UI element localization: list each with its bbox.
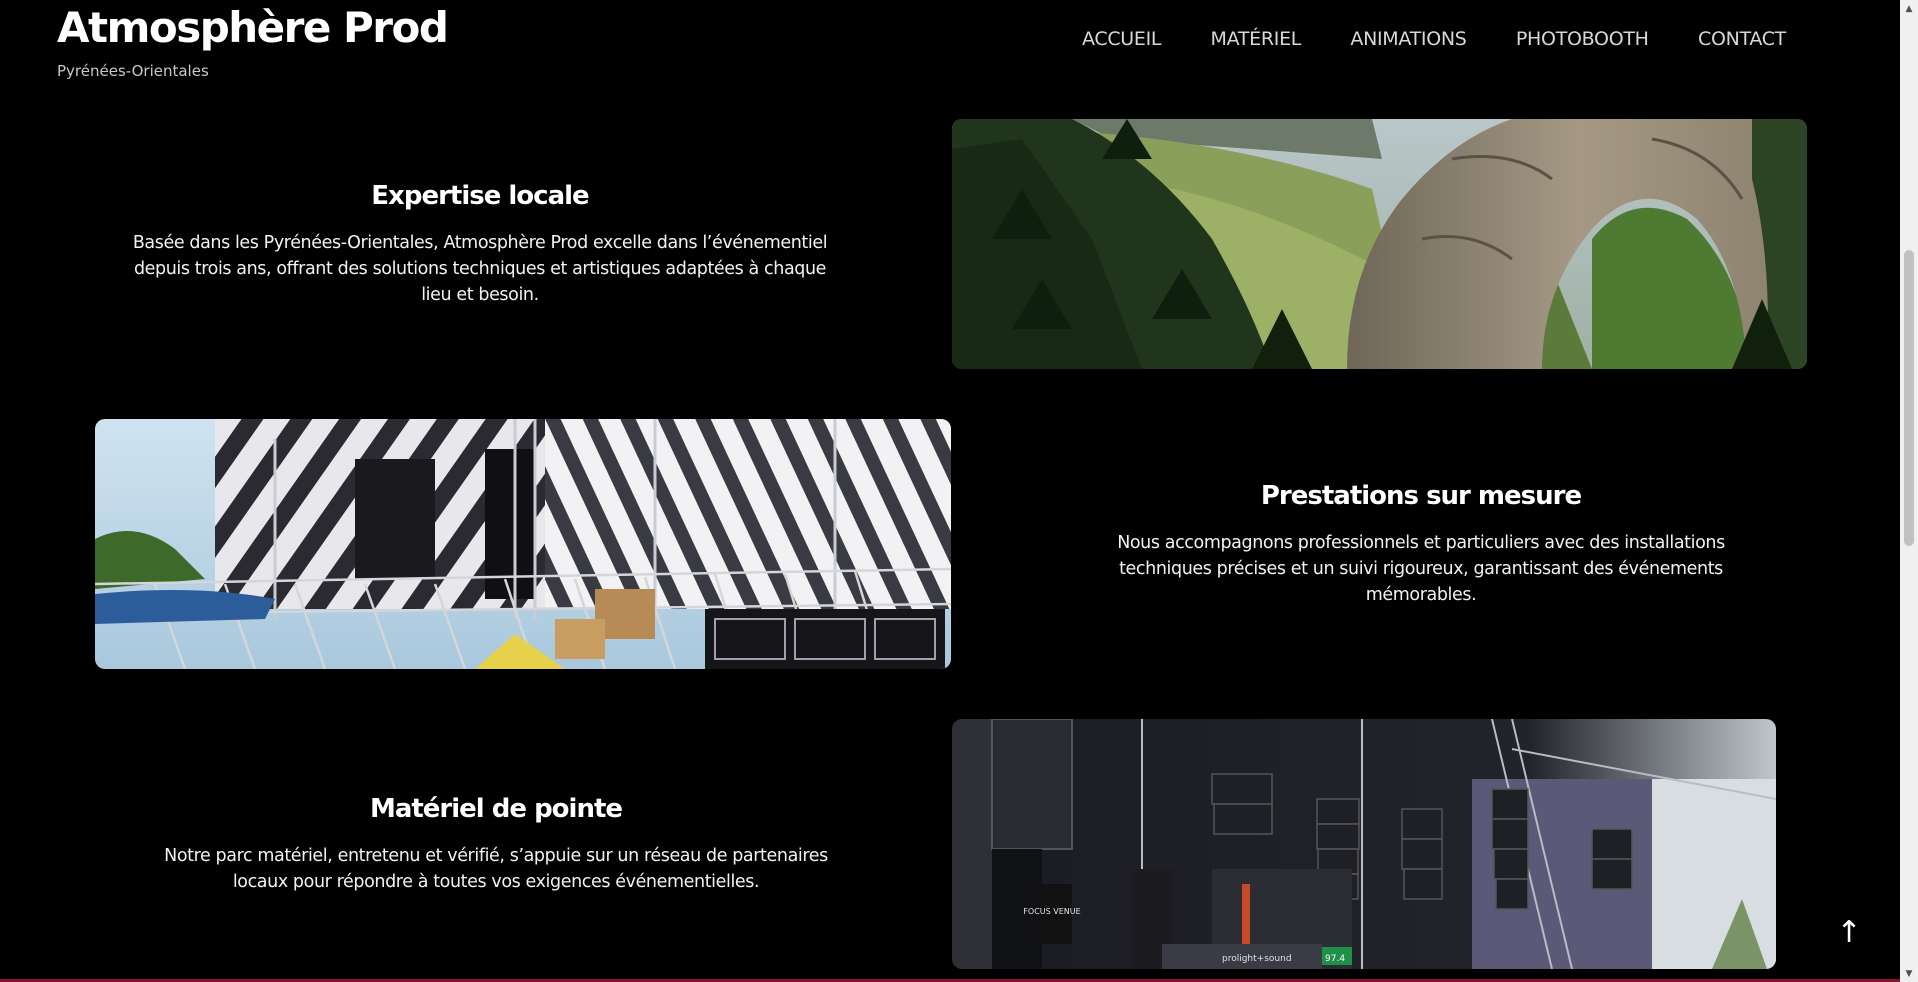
scrollbar-thumb[interactable] xyxy=(1904,250,1914,546)
page-scrollbar[interactable]: ▲ ▼ xyxy=(1900,0,1918,982)
site-title[interactable]: Atmosphère Prod xyxy=(57,3,449,52)
stage-construction-photo xyxy=(95,419,951,669)
section-title: Matériel de pointe xyxy=(369,794,623,824)
photo-sign-number: 97.4 xyxy=(1325,954,1345,964)
nav-accueil[interactable]: ACCUEIL xyxy=(1082,28,1162,50)
section-text: Nous accompagnons professionnels et part… xyxy=(1117,533,1725,605)
scroll-to-top-button[interactable]: ↑ xyxy=(1834,912,1864,952)
main-nav: ACCUEIL MATÉRIEL ANIMATIONS PHOTOBOOTH C… xyxy=(1082,28,1786,50)
nav-contact[interactable]: CONTACT xyxy=(1698,28,1786,50)
section-text: Notre parc matériel, entretenu et vérifi… xyxy=(164,846,828,892)
photo-sign-focus: FOCUS VENUE xyxy=(1023,907,1080,916)
line-array-speakers-photo: FOCUS VENUE prolight+sound 97.4 xyxy=(952,719,1776,969)
section-title: Prestations sur mesure xyxy=(1260,481,1582,511)
section-text: Basée dans les Pyrénées-Orientales, Atmo… xyxy=(132,233,828,305)
mountain-arch-photo xyxy=(952,119,1807,369)
nav-animations[interactable]: ANIMATIONS xyxy=(1350,28,1466,50)
arrow-up-icon: ↑ xyxy=(1836,914,1862,950)
page: Atmosphère Prod Pyrénées-Orientales ACCU… xyxy=(0,0,1900,982)
scroll-down-arrow[interactable]: ▼ xyxy=(1900,965,1918,982)
nav-materiel[interactable]: MATÉRIEL xyxy=(1211,28,1302,50)
photo-sign-prolight: prolight+sound xyxy=(1222,954,1292,964)
site-tagline: Pyrénées-Orientales xyxy=(57,62,209,80)
scroll-up-arrow[interactable]: ▲ xyxy=(1900,0,1918,17)
nav-photobooth[interactable]: PHOTOBOOTH xyxy=(1516,28,1649,50)
section-title: Expertise locale xyxy=(371,181,589,211)
